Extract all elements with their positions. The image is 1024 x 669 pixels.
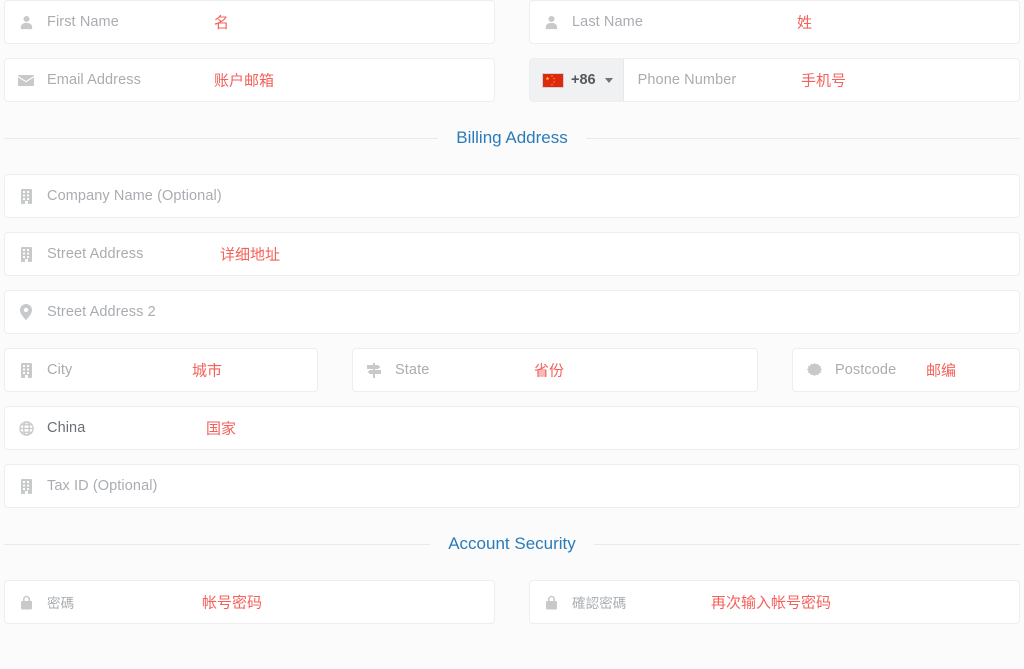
company-row: Company Name (Optional) (0, 174, 1024, 218)
billing-address-section-header: Billing Address (0, 128, 1024, 148)
building-icon (17, 187, 35, 205)
divider-left (4, 543, 431, 545)
confirm-password-field-wrap: 確認密碼 再次输入帐号密码 (529, 580, 1020, 624)
confirm-password-annotation: 再次输入帐号密码 (711, 594, 832, 612)
company-field-wrap: Company Name (Optional) (4, 174, 1020, 218)
street-address-field[interactable]: Street Address (4, 232, 1020, 276)
first-name-field-wrap: First Name 名 (4, 0, 495, 44)
state-annotation: 省份 (534, 362, 565, 380)
city-field[interactable]: City (4, 348, 318, 392)
account-security-title: Account Security (448, 534, 576, 553)
confirm-password-placeholder: 確認密碼 (572, 596, 627, 611)
city-placeholder: City (47, 362, 73, 378)
street-field-wrap: Street Address 详细地址 (4, 232, 1020, 276)
street-address-placeholder: Street Address (47, 246, 144, 262)
street-address-2-placeholder: Street Address 2 (47, 304, 156, 320)
envelope-icon (17, 71, 35, 89)
country-value: China (47, 420, 86, 436)
last-name-field[interactable]: Last Name (529, 0, 1020, 44)
city-annotation: 城市 (192, 362, 223, 380)
map-signs-icon (365, 361, 383, 379)
phone-placeholder: Phone Number (637, 72, 737, 88)
certificate-icon (805, 361, 823, 379)
phone-field-wrap: +86 Phone Number 手机号 (529, 58, 1020, 102)
map-pin-icon (17, 303, 35, 321)
email-placeholder: Email Address (47, 72, 141, 88)
tax-id-field-wrap: Tax ID (Optional) (4, 464, 1020, 508)
password-field-wrap: 密碼 帐号密码 (4, 580, 495, 624)
country-field-wrap: China 国家 (4, 406, 1020, 450)
tax-id-field[interactable]: Tax ID (Optional) (4, 464, 1020, 508)
password-annotation: 帐号密码 (202, 594, 263, 612)
state-placeholder: State (395, 362, 430, 378)
divider-left (4, 137, 439, 139)
divider-right (593, 543, 1020, 545)
state-field-wrap: State 省份 (352, 348, 758, 392)
tax-id-row: Tax ID (Optional) (0, 464, 1024, 508)
postcode-placeholder: Postcode (835, 362, 897, 378)
dial-code-label: +86 (571, 72, 596, 88)
last-name-annotation: 姓 (797, 14, 813, 32)
first-name-placeholder: First Name (47, 14, 119, 30)
street-row: Street Address 详细地址 (0, 232, 1024, 276)
last-name-placeholder: Last Name (572, 14, 644, 30)
password-placeholder: 密碼 (47, 596, 75, 611)
tax-id-placeholder: Tax ID (Optional) (47, 478, 158, 494)
divider-right (585, 137, 1021, 139)
street2-row: Street Address 2 (0, 290, 1024, 334)
company-name-placeholder: Company Name (Optional) (47, 188, 222, 204)
city-state-postcode-row: City 城市 State 省份 Postcode 邮编 (0, 348, 1024, 392)
postcode-field[interactable]: Postcode (792, 348, 1020, 392)
street-address-2-field[interactable]: Street Address 2 (4, 290, 1020, 334)
email-field-wrap: Email Address 账户邮箱 (4, 58, 495, 102)
chevron-down-icon (604, 77, 613, 83)
country-select[interactable]: China (4, 406, 1020, 450)
globe-icon (17, 419, 35, 437)
last-name-field-wrap: Last Name 姓 (529, 0, 1020, 44)
billing-address-title: Billing Address (456, 128, 568, 147)
country-code-selector[interactable]: +86 (530, 59, 624, 101)
first-name-field[interactable]: First Name (4, 0, 495, 44)
city-field-wrap: City 城市 (4, 348, 318, 392)
first-name-annotation: 名 (214, 14, 230, 32)
building-icon (17, 361, 35, 379)
user-icon (17, 13, 35, 31)
street2-field-wrap: Street Address 2 (4, 290, 1020, 334)
password-row: 密碼 帐号密码 確認密碼 再次输入帐号密码 (0, 580, 1024, 624)
china-flag-icon (542, 72, 564, 88)
country-annotation: 国家 (206, 420, 237, 438)
phone-field[interactable]: +86 Phone Number (529, 58, 1020, 102)
phone-annotation: 手机号 (801, 72, 847, 90)
account-security-section-header: Account Security (0, 534, 1024, 554)
postcode-annotation: 邮编 (926, 362, 957, 380)
building-icon (17, 477, 35, 495)
lock-icon (17, 593, 35, 611)
registration-form: First Name 名 Last Name 姓 Email Address 账… (0, 0, 1024, 624)
contact-row: Email Address 账户邮箱 +86 Phone Number 手机号 (0, 58, 1024, 102)
street-address-annotation: 详细地址 (220, 246, 281, 264)
company-name-field[interactable]: Company Name (Optional) (4, 174, 1020, 218)
country-row: China 国家 (0, 406, 1024, 450)
building-icon (17, 245, 35, 263)
name-row: First Name 名 Last Name 姓 (0, 0, 1024, 44)
user-icon (542, 13, 560, 31)
lock-icon (542, 593, 560, 611)
email-annotation: 账户邮箱 (214, 72, 275, 90)
postcode-field-wrap: Postcode 邮编 (792, 348, 1020, 392)
